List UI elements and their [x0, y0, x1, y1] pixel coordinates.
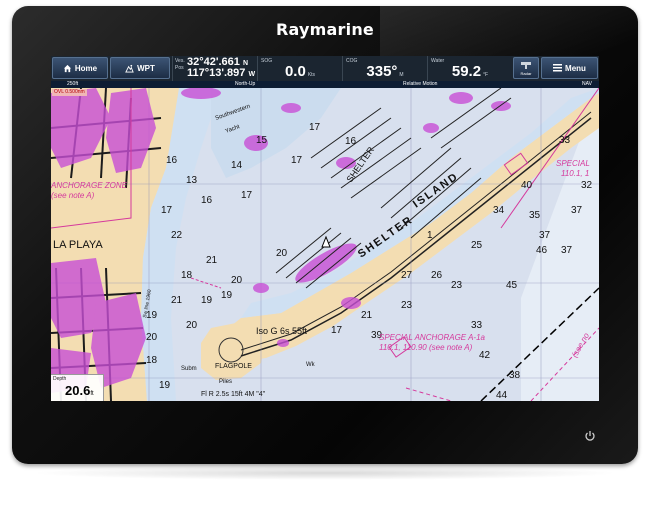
- cog-value: 335° M: [366, 63, 404, 80]
- longitude-value: 117°13'.897 W: [187, 67, 256, 79]
- sounding: 20: [231, 275, 243, 286]
- water-value: 59.2 °F: [451, 63, 489, 80]
- sounding: 42: [479, 350, 491, 361]
- sounding: 21: [361, 310, 373, 321]
- label-la-playa: LA PLAYA: [53, 239, 103, 251]
- label-anchorage-zone: ANCHORAGE ZONE: [51, 181, 128, 190]
- orientation-label[interactable]: North-Up: [235, 81, 255, 88]
- label-see-note: (see note A): [51, 191, 95, 200]
- water-temp-cell[interactable]: Water 59.2 °F: [427, 56, 512, 81]
- sounding: 17: [291, 155, 303, 166]
- sounding: 19: [221, 290, 233, 301]
- sounding: 37: [561, 245, 573, 256]
- wpt-label: WPT: [137, 63, 155, 73]
- position-label-pos: Pos: [175, 65, 184, 71]
- menu-button[interactable]: Menu: [541, 57, 598, 79]
- label-special-ref: 110.1, 1: [561, 169, 589, 178]
- nautical-chart[interactable]: 17 15 16 17 14 13 16 17 16 17 22 20 20 2…: [51, 88, 599, 401]
- radar-label: Radar: [520, 70, 532, 76]
- radar-button[interactable]: Radar: [513, 57, 539, 79]
- sounding: 23: [401, 300, 413, 311]
- ovl-label: OVL 0.500nm: [52, 89, 87, 96]
- sounding: 45: [506, 280, 518, 291]
- range-label: 250ft: [67, 81, 79, 87]
- display-screen: Home WPT Ves. Pos 32°42'.661 N 117°13'.8…: [51, 56, 599, 401]
- depth-label: Depth: [53, 376, 67, 382]
- sounding: 33: [471, 320, 483, 331]
- sounding: 38: [509, 370, 521, 381]
- label-special-anchorage-ref: 110.1, 110.90 (see note A): [379, 343, 473, 352]
- depth-value: 20.6ft: [65, 383, 94, 398]
- sounding: 16: [345, 136, 357, 147]
- sounding: 18: [181, 270, 193, 281]
- radar-icon: [521, 61, 531, 69]
- sounding: 33: [559, 135, 571, 146]
- sounding: 17: [331, 325, 343, 336]
- sounding: 22: [171, 230, 183, 241]
- sounding: 34: [493, 205, 505, 216]
- chart-status-bar: 250ft North-Up Relative Motion NAV: [51, 81, 599, 88]
- sounding: 21: [206, 255, 218, 266]
- sounding: 17: [241, 190, 253, 201]
- sounding: 25: [471, 240, 483, 251]
- sounding: 18: [146, 355, 158, 366]
- sounding: 16: [201, 195, 213, 206]
- sounding: 1: [427, 230, 433, 241]
- label-light: Iso G 6s 55ft: [256, 326, 308, 336]
- home-label: Home: [74, 63, 98, 73]
- sounding: 13: [186, 175, 198, 186]
- sog-cell[interactable]: SOG 0.0 Kts: [257, 56, 342, 81]
- sounding: 26: [431, 270, 443, 281]
- position-label-ves: Ves.: [175, 58, 185, 64]
- motion-mode-label[interactable]: Relative Motion: [403, 81, 437, 88]
- waypoint-icon: [125, 64, 134, 73]
- sounding: 20: [276, 248, 288, 259]
- sounding: 16: [166, 155, 178, 166]
- flagpole-circle: [218, 337, 244, 363]
- sounding: 15: [256, 135, 268, 146]
- label-wk: Wk: [306, 362, 316, 368]
- wpt-button[interactable]: WPT: [110, 57, 170, 79]
- device-shadow: [30, 466, 620, 480]
- sog-value: 0.0 Kts: [284, 63, 316, 80]
- sounding: 19: [159, 380, 171, 391]
- sounding: 23: [451, 280, 463, 291]
- sounding: 35: [529, 210, 541, 221]
- depth-readout[interactable]: Depth 20.6ft: [51, 374, 104, 401]
- sounding: 17: [309, 122, 321, 133]
- sounding: 37: [571, 205, 583, 216]
- sounding: 44: [496, 390, 508, 401]
- nav-mode-label: NAV: [582, 81, 592, 87]
- sounding: 40: [521, 180, 533, 191]
- label-piles: Piles: [219, 379, 232, 385]
- sounding: 19: [201, 295, 213, 306]
- label-flash: Fl R 2.5s 15ft 4M "4": [201, 391, 266, 398]
- sounding: 20: [146, 332, 158, 343]
- home-button[interactable]: Home: [52, 57, 108, 79]
- sounding: 37: [539, 230, 551, 241]
- sounding: 20: [186, 320, 198, 331]
- menu-icon: [553, 64, 563, 72]
- home-icon: [63, 64, 71, 72]
- sounding: 21: [171, 295, 183, 306]
- power-icon[interactable]: [584, 430, 596, 442]
- sounding: 32: [581, 180, 593, 191]
- sounding: 14: [231, 160, 243, 171]
- databar: Home WPT Ves. Pos 32°42'.661 N 117°13'.8…: [51, 56, 599, 82]
- position-cell[interactable]: Ves. Pos 32°42'.661 N 117°13'.897 W: [172, 56, 256, 81]
- label-special: SPECIAL: [556, 159, 590, 168]
- brand-logo: Raymarine: [276, 20, 374, 39]
- cog-cell[interactable]: COG 335° M: [342, 56, 427, 81]
- sounding: 27: [401, 270, 413, 281]
- label-flagpole: FLAGPOLE: [215, 363, 252, 370]
- label-special-anchorage: SPECIAL ANCHORAGE A-1a: [379, 333, 486, 342]
- sounding: 46: [536, 245, 548, 256]
- menu-label: Menu: [565, 63, 586, 73]
- sounding: 17: [161, 205, 173, 216]
- label-subm: Subm: [181, 366, 197, 372]
